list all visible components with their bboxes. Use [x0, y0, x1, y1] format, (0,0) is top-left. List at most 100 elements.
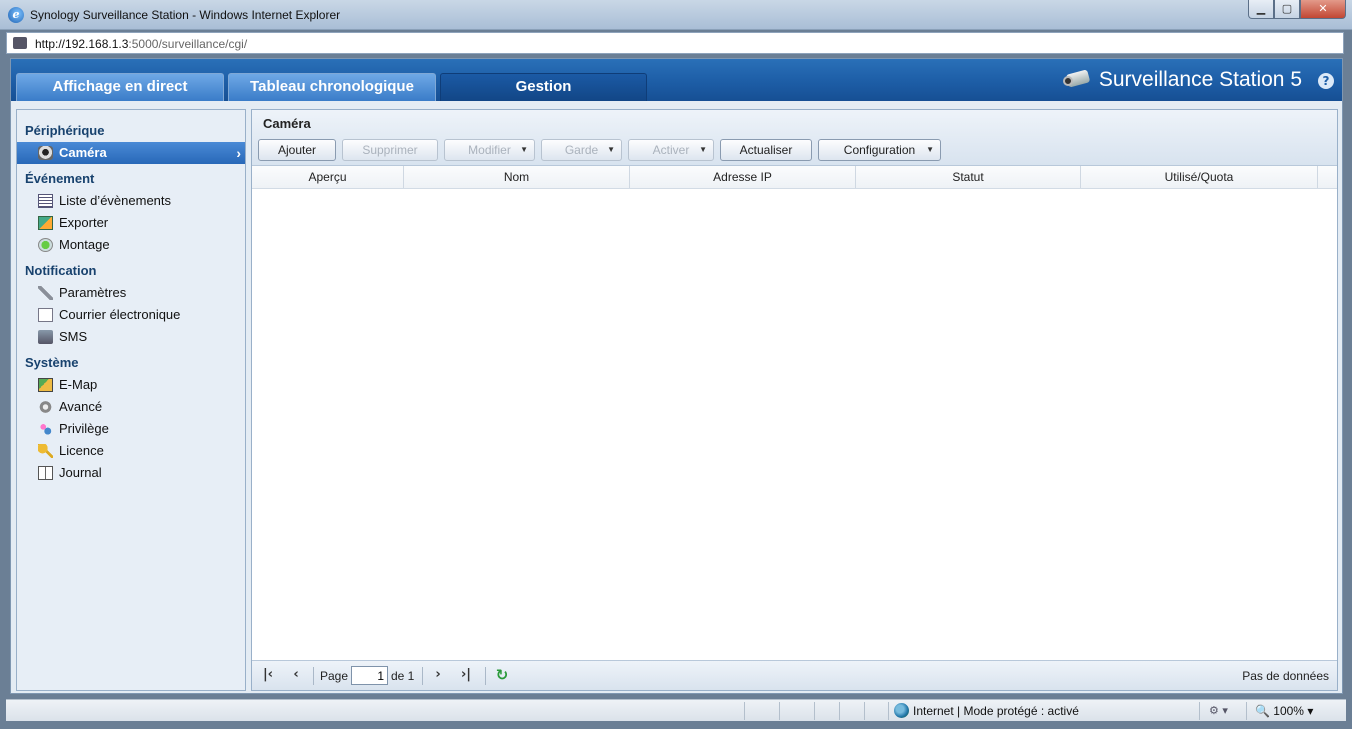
configuration-dropdown[interactable]: Configuration ▼ [818, 139, 941, 161]
refresh-icon[interactable]: ↻ [494, 667, 510, 683]
edit-label: Modifier [468, 143, 511, 157]
main-tabs: Affichage en direct Tableau chronologiqu… [16, 73, 647, 101]
mail-icon [38, 308, 53, 322]
refresh-button[interactable]: Actualiser [720, 139, 812, 161]
event-list-icon [38, 194, 53, 208]
grid-body [252, 189, 1337, 661]
camera-icon [38, 146, 53, 160]
dropdown-arrow-icon: ▼ [607, 145, 615, 154]
last-page-icon[interactable]: ›| [458, 667, 474, 683]
protected-mode-icon[interactable]: ⚙ ▾ [1209, 704, 1228, 717]
browser-statusbar: Internet | Mode protégé : activé ⚙ ▾ 🔍 1… [6, 699, 1346, 721]
key-icon [38, 444, 53, 458]
sidebar-item-sms[interactable]: SMS [17, 326, 245, 348]
first-page-icon[interactable]: |‹ [260, 667, 276, 683]
enable-label: Activer [652, 143, 690, 157]
dropdown-arrow-icon: ▼ [520, 145, 528, 154]
sidebar-item-label: E-Map [59, 377, 98, 392]
column-status[interactable]: Statut [856, 166, 1081, 188]
section-notification: Notification [25, 263, 97, 278]
book-icon [38, 466, 53, 480]
security-zone-text[interactable]: Internet | Mode protégé : activé [913, 704, 1079, 718]
next-page-icon[interactable]: › [430, 667, 446, 683]
guard-dropdown[interactable]: Garde ▼ [541, 139, 622, 161]
dropdown-arrow-icon: ▼ [926, 145, 934, 154]
sidebar-item-label: Montage [59, 237, 110, 252]
column-name[interactable]: Nom [404, 166, 630, 188]
export-icon [38, 216, 53, 230]
guard-label: Garde [564, 143, 599, 157]
brand: Surveillance Station 5 [1061, 68, 1302, 92]
brand-name: Surveillance Station 5 [1098, 68, 1302, 91]
column-used-quota[interactable]: Utilisé/Quota [1081, 166, 1318, 188]
users-icon [38, 422, 53, 436]
url-text[interactable]: http://192.168.1.3:5000/surveillance/cgi… [35, 37, 247, 51]
camera-panel: Caméra Ajouter Supprimer Modifier ▼ Garde… [251, 109, 1338, 691]
tab-management[interactable]: Gestion [440, 73, 647, 101]
page-title: Caméra [263, 116, 311, 131]
sms-icon [38, 330, 53, 344]
section-systeme: Système [25, 355, 79, 370]
maximize-button[interactable]: ▢ [1274, 0, 1300, 19]
add-button[interactable]: Ajouter [258, 139, 336, 161]
page-label: Page [320, 669, 349, 683]
sidebar-item-settings[interactable]: Paramètres [17, 282, 245, 304]
sidebar-item-label: Licence [59, 443, 104, 458]
app-header: Affichage en direct Tableau chronologiqu… [11, 59, 1342, 101]
sidebar-item-label: Paramètres [59, 285, 127, 300]
pager: |‹ ‹ Page de 1 › ›| ↻ Pas de données [252, 660, 1337, 690]
sidebar-item-label: Avancé [59, 399, 103, 414]
enable-dropdown[interactable]: Activer ▼ [628, 139, 714, 161]
sidebar-item-email[interactable]: Courrier électronique [17, 304, 245, 326]
sidebar-item-camera[interactable]: Caméra › [17, 142, 245, 164]
sidebar-item-label: Exporter [59, 215, 109, 230]
sidebar-item-label: Privilège [59, 421, 109, 436]
window-titlebar: e Synology Surveillance Station - Window… [0, 0, 1352, 30]
page-icon [13, 37, 27, 49]
surveillance-app: Affichage en direct Tableau chronologiqu… [10, 58, 1343, 694]
sidebar-item-label: Courrier électronique [59, 307, 181, 322]
ie-icon: e [8, 7, 24, 23]
surveillance-camera-icon [1061, 68, 1091, 92]
window-controls: ▁ ▢ ✕ [1248, 0, 1346, 20]
sidebar-item-label: Caméra [59, 145, 107, 160]
edit-dropdown[interactable]: Modifier ▼ [444, 139, 535, 161]
configuration-label: Configuration [843, 143, 916, 157]
sidebar: Périphérique Caméra › Événement Liste d’… [16, 109, 246, 691]
tab-timeline[interactable]: Tableau chronologique [228, 73, 436, 101]
sidebar-item-mount[interactable]: Montage [17, 234, 245, 256]
column-ip-address[interactable]: Adresse IP [630, 166, 856, 188]
minimize-button[interactable]: ▁ [1248, 0, 1274, 19]
sidebar-item-log[interactable]: Journal [17, 462, 245, 484]
sidebar-item-license[interactable]: Licence [17, 440, 245, 462]
chevron-right-icon: › [236, 145, 241, 161]
sidebar-item-label: SMS [59, 329, 88, 344]
delete-button[interactable]: Supprimer [342, 139, 438, 161]
sidebar-item-privilege[interactable]: Privilège [17, 418, 245, 440]
window-title: Synology Surveillance Station - Windows … [30, 8, 341, 22]
panel-header: Caméra Ajouter Supprimer Modifier ▼ Garde… [252, 110, 1337, 166]
prev-page-icon[interactable]: ‹ [288, 667, 304, 683]
column-preview[interactable]: Aperçu [252, 166, 404, 188]
wrench-icon [38, 286, 53, 300]
sidebar-item-label: Journal [59, 465, 102, 480]
address-bar[interactable]: http://192.168.1.3:5000/surveillance/cgi… [6, 32, 1344, 54]
globe-icon [894, 703, 909, 718]
sidebar-item-emap[interactable]: E-Map [17, 374, 245, 396]
dropdown-arrow-icon: ▼ [699, 145, 707, 154]
page-number-input[interactable] [351, 666, 388, 685]
toolbar: Ajouter Supprimer Modifier ▼ Garde ▼ Activ… [258, 139, 941, 161]
emap-icon [38, 378, 53, 392]
help-icon[interactable]: ? [1318, 73, 1334, 89]
sidebar-item-advanced[interactable]: Avancé [17, 396, 245, 418]
sidebar-item-event-list[interactable]: Liste d’évènements [17, 190, 245, 212]
grid-header: Aperçu Nom Adresse IP Statut Utilisé/Quo… [252, 166, 1337, 189]
sidebar-item-label: Liste d’évènements [59, 193, 172, 208]
tab-live-view[interactable]: Affichage en direct [16, 73, 224, 101]
sidebar-item-export[interactable]: Exporter [17, 212, 245, 234]
mount-icon [38, 238, 53, 252]
zoom-level[interactable]: 🔍 100% ▾ [1255, 704, 1313, 718]
close-button[interactable]: ✕ [1300, 0, 1346, 19]
section-evenement: Événement [25, 171, 95, 186]
page-total-label: de 1 [391, 669, 415, 683]
